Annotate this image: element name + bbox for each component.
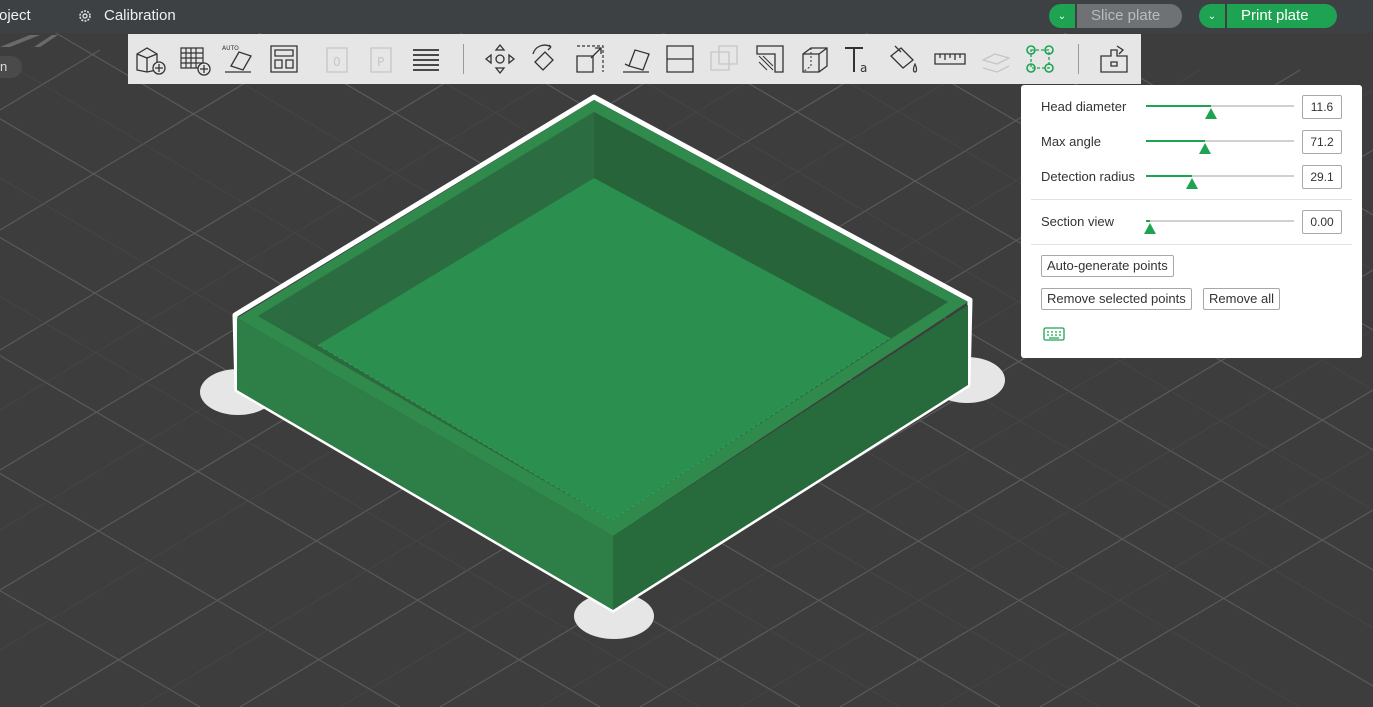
auto-orient-icon: AUTO [222,45,252,73]
print-plate-label[interactable]: Print plate [1227,4,1337,28]
head-diameter-row: Head diameter 11.6 [1021,95,1362,121]
head-diameter-input[interactable]: 11.6 [1302,95,1342,119]
section-view-row: Section view 0.00 [1021,210,1362,236]
head-diameter-label: Head diameter [1041,99,1127,114]
slider-thumb[interactable] [1199,143,1211,154]
tool-cut[interactable] [662,41,698,77]
slider-thumb[interactable] [1144,223,1156,234]
color-paint-icon [890,45,918,73]
assembly-view-icon [1100,45,1128,73]
split-parts-icon: P [370,47,392,73]
detection-radius-slider[interactable] [1146,172,1294,189]
detection-radius-input[interactable]: 29.1 [1302,165,1342,189]
measure-icon [934,53,966,65]
move-icon [484,43,516,75]
menu-calibration[interactable]: Calibration [78,7,176,24]
tool-measure[interactable] [932,41,968,77]
slice-plate-button[interactable]: ⌄ Slice plate [1049,4,1183,28]
brim-ears-panel: Head diameter 11.6 Max angle 71.2 Detect… [1021,85,1362,358]
brim-ears-icon [1026,45,1054,73]
rotate-icon [532,44,554,71]
max-angle-slider[interactable] [1146,137,1294,154]
tool-move[interactable] [482,41,518,77]
main-toolbar: AUTO 0 P a [128,34,1141,84]
toolbar-separator [1078,44,1079,74]
menu-project-label: oject [0,7,31,24]
tool-text[interactable]: a [840,41,876,77]
scale-icon [576,45,604,73]
panel-divider [1031,244,1352,245]
auto-generate-points-button[interactable]: Auto-generate points [1041,255,1174,277]
max-angle-row: Max angle 71.2 [1021,130,1362,156]
svg-text:0: 0 [333,55,341,69]
lay-on-face-icon [623,49,650,73]
tool-rotate[interactable] [526,41,562,77]
detection-radius-label: Detection radius [1041,169,1135,184]
slider-fill [1146,105,1211,107]
tool-lay-on-face[interactable] [618,41,654,77]
svg-text:a: a [860,61,867,75]
menu-calibration-label: Calibration [104,7,176,24]
tool-split-parts[interactable]: P [364,41,400,77]
detection-radius-row: Detection radius 29.1 [1021,165,1362,191]
max-angle-input[interactable]: 71.2 [1302,130,1342,154]
slice-dropdown-button[interactable]: ⌄ [1049,4,1075,28]
slider-fill [1146,175,1192,177]
slider-track [1146,220,1294,222]
print-plate-button[interactable]: ⌄ Print plate [1199,4,1337,28]
text-icon: a [845,47,867,75]
tool-scale[interactable] [572,41,608,77]
viewport-overlay-label: n [0,56,22,78]
gear-icon [79,9,91,22]
logo-fragment-icon [0,35,58,47]
chevron-down-icon: ⌄ [1057,10,1067,22]
panel-divider [1031,199,1352,200]
tool-brim-ears[interactable] [1022,41,1058,77]
slider-fill [1146,140,1205,142]
boolean-icon [710,45,738,71]
tool-auto-orient[interactable]: AUTO [220,41,256,77]
top-menu-bar: oject Calibration ⌄ Slice plate ⌄ Print … [0,0,1373,33]
remove-all-button[interactable]: Remove all [1203,288,1281,310]
slider-thumb[interactable] [1186,178,1198,189]
tool-boolean[interactable] [706,41,742,77]
tool-color-paint[interactable] [886,41,922,77]
print-dropdown-button[interactable]: ⌄ [1199,4,1225,28]
add-object-icon [136,47,166,75]
tool-seam-paint[interactable] [796,41,832,77]
tool-add-plate[interactable] [176,41,212,77]
slider-thumb[interactable] [1205,108,1217,119]
section-view-input[interactable]: 0.00 [1302,210,1342,234]
layers-icon [413,49,439,71]
tool-split-objects[interactable]: 0 [320,41,356,77]
tool-add-object[interactable] [132,41,168,77]
menu-project[interactable]: oject [0,7,31,24]
max-angle-label: Max angle [1041,134,1101,149]
split-objects-icon: 0 [326,47,348,73]
svg-text:P: P [377,55,384,69]
seam-paint-icon [802,47,828,73]
tool-support-paint[interactable] [752,41,788,77]
section-view-slider[interactable] [1144,217,1294,234]
cut-icon [666,45,694,73]
head-diameter-slider[interactable] [1146,102,1294,119]
section-view-label: Section view [1041,214,1114,229]
toolbar-separator [463,44,464,74]
tool-arrange[interactable] [266,41,302,77]
add-plate-icon [180,47,211,76]
slider-fill [1146,220,1150,222]
keyboard-icon[interactable] [1043,326,1065,342]
chevron-down-icon: ⌄ [1207,10,1217,22]
assembly-icon [981,53,1011,73]
viewport-overlay-text: n [0,59,8,74]
tool-assembly[interactable] [978,41,1014,77]
slice-plate-label[interactable]: Slice plate [1077,4,1183,28]
arrange-icon [270,45,298,73]
remove-selected-points-button[interactable]: Remove selected points [1041,288,1192,310]
tool-assembly-view[interactable] [1096,41,1132,77]
tool-layers[interactable] [408,41,444,77]
support-paint-icon [756,45,784,73]
svg-text:AUTO: AUTO [222,45,239,52]
